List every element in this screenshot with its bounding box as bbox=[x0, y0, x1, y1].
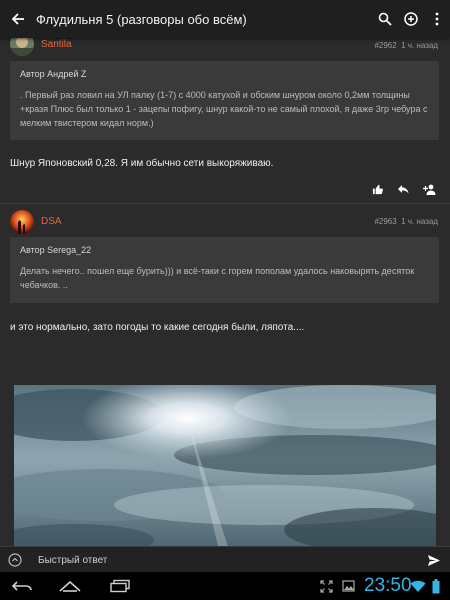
battery-icon bbox=[424, 572, 448, 600]
avatar[interactable] bbox=[10, 210, 34, 234]
post-time: 1 ч. назад bbox=[401, 217, 438, 226]
quote-block: Автор Serega_22 Делать нечего.. пошел ещ… bbox=[10, 237, 439, 303]
back-arrow-icon[interactable] bbox=[0, 0, 36, 38]
system-nav-bar: 23:50 bbox=[0, 572, 450, 600]
post-actions bbox=[364, 182, 442, 196]
quick-reply-bar: Быстрый ответ bbox=[0, 546, 450, 573]
home-icon[interactable] bbox=[50, 572, 90, 600]
post-meta: #2962 1 ч. назад bbox=[374, 41, 438, 50]
sky-photo[interactable] bbox=[14, 385, 436, 546]
quote-block: Автор Андрей Z . Первый раз ловил на УЛ … bbox=[10, 61, 439, 140]
gallery-icon bbox=[330, 572, 366, 600]
post-number: #2963 bbox=[374, 217, 397, 226]
reply-icon[interactable] bbox=[390, 182, 416, 196]
post-text: и это нормально, зато погоды то какие се… bbox=[10, 322, 305, 333]
post-header: DSA #2963 1 ч. назад bbox=[0, 210, 450, 234]
post-meta: #2963 1 ч. назад bbox=[374, 217, 438, 226]
page-title: Флудильня 5 (разговоры обо всём) bbox=[36, 11, 247, 27]
app-bar: Флудильня 5 (разговоры обо всём) bbox=[0, 0, 450, 38]
like-icon[interactable] bbox=[364, 182, 390, 196]
quote-author: Автор Андрей Z bbox=[20, 69, 87, 79]
add-person-icon[interactable] bbox=[416, 182, 442, 196]
add-circle-icon[interactable] bbox=[398, 0, 424, 38]
quote-text: . Первый раз ловил на УЛ палку (1-7) с 4… bbox=[20, 90, 428, 128]
more-vert-icon[interactable] bbox=[424, 0, 450, 38]
quick-reply-input[interactable]: Быстрый ответ bbox=[30, 555, 418, 566]
post-time: 1 ч. назад bbox=[401, 41, 438, 50]
recent-apps-icon[interactable] bbox=[100, 572, 140, 600]
post-number: #2962 bbox=[374, 41, 397, 50]
avatar[interactable] bbox=[10, 38, 34, 56]
send-icon[interactable] bbox=[418, 554, 450, 567]
expand-icon[interactable] bbox=[0, 553, 30, 567]
post-text: Шнур Японовский 0,28. Я им обычно сети в… bbox=[10, 158, 274, 169]
search-icon[interactable] bbox=[372, 0, 398, 38]
post-list[interactable]: Santila #2962 1 ч. назад Автор Андрей Z … bbox=[0, 38, 450, 546]
post-divider bbox=[0, 203, 450, 204]
back-icon[interactable] bbox=[2, 572, 42, 600]
quote-author: Автор Serega_22 bbox=[20, 245, 92, 255]
post-author[interactable]: Santila bbox=[41, 39, 72, 50]
post-header: Santila #2962 1 ч. назад bbox=[0, 38, 450, 60]
quote-text: Делать нечего.. пошел еще бурить))) и вс… bbox=[20, 266, 415, 290]
post-author[interactable]: DSA bbox=[41, 216, 62, 227]
